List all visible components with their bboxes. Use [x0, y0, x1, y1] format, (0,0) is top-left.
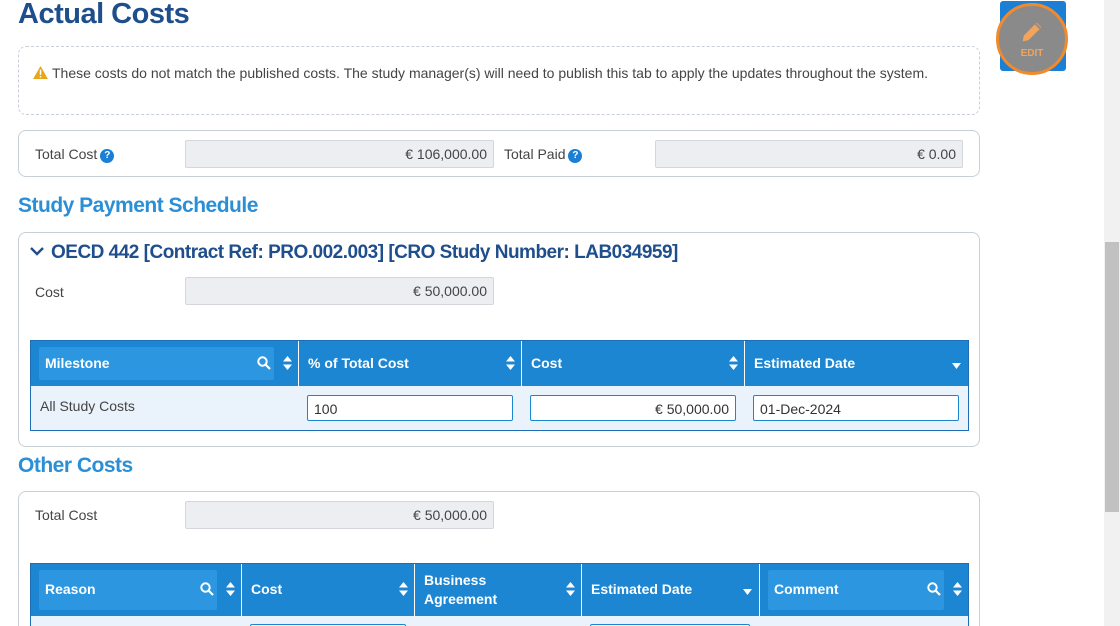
chevron-down-icon: [30, 247, 44, 256]
column-estimated-date[interactable]: Estimated Date: [582, 564, 760, 616]
column-label: Comment: [774, 581, 839, 597]
percent-input[interactable]: 100: [307, 395, 513, 421]
column-label: % of Total Cost: [308, 355, 409, 371]
total-cost-label: Total Cost?: [35, 146, 115, 163]
table-row: [31, 616, 968, 626]
sort-icon[interactable]: [283, 356, 292, 370]
column-label: Cost: [251, 581, 283, 597]
scrollbar-thumb[interactable]: [1105, 242, 1119, 512]
warning-icon: [33, 66, 48, 79]
column-percent[interactable]: % of Total Cost: [299, 341, 522, 386]
other-costs-title: Other Costs: [18, 454, 133, 477]
other-total-cost-label: Total Cost: [35, 507, 98, 523]
sort-icon[interactable]: [399, 582, 408, 596]
study-cost-label: Cost: [35, 284, 64, 300]
search-icon[interactable]: [927, 582, 941, 596]
study-title: OECD 442 [Contract Ref: PRO.002.003] [CR…: [51, 242, 678, 263]
sort-icon[interactable]: [506, 356, 515, 370]
sort-down-icon[interactable]: [743, 589, 752, 595]
column-estimated-date[interactable]: Estimated Date: [745, 341, 968, 386]
column-label: Estimated Date: [754, 355, 856, 371]
help-icon[interactable]: ?: [100, 149, 115, 163]
sort-down-icon[interactable]: [952, 363, 961, 369]
edit-button-label: EDIT: [1020, 47, 1044, 59]
warning-text: These costs do not match the published c…: [52, 65, 929, 81]
milestone-grid-header: Milestone % of Total Cost Cost Estimated…: [31, 341, 968, 386]
column-cost[interactable]: Cost: [242, 564, 415, 616]
payment-schedule-title: Study Payment Schedule: [18, 194, 258, 217]
milestone-grid: Milestone % of Total Cost Cost Estimated…: [30, 340, 969, 431]
sort-icon[interactable]: [729, 356, 738, 370]
column-label: Milestone: [45, 355, 110, 371]
column-reason[interactable]: Reason: [31, 564, 242, 616]
other-costs-grid: Reason Cost Business Agreement Estimated…: [30, 563, 969, 626]
study-accordion-header[interactable]: OECD 442 [Contract Ref: PRO.002.003] [CR…: [29, 242, 678, 264]
column-label: Business Agreement: [424, 572, 498, 607]
page-scrollbar[interactable]: [1104, 0, 1120, 626]
sort-icon[interactable]: [226, 582, 235, 596]
edit-button-highlight[interactable]: EDIT: [996, 3, 1068, 75]
total-paid-field: € 0.00: [655, 140, 963, 168]
other-costs-card: Total Cost € 50,000.00 Reason Cost Busin…: [18, 491, 980, 626]
milestone-cell: All Study Costs: [40, 398, 135, 414]
study-accordion: OECD 442 [Contract Ref: PRO.002.003] [CR…: [18, 232, 980, 447]
help-icon[interactable]: ?: [568, 149, 583, 163]
other-total-cost-field: € 50,000.00: [185, 501, 494, 529]
search-icon[interactable]: [257, 356, 271, 370]
column-label: Estimated Date: [591, 581, 693, 597]
sort-icon[interactable]: [566, 582, 575, 596]
total-paid-label: Total Paid?: [504, 146, 583, 163]
search-icon[interactable]: [200, 582, 214, 596]
estimated-date-input[interactable]: 01-Dec-2024: [753, 395, 959, 421]
page-title: Actual Costs: [18, 0, 190, 30]
column-business-agreement[interactable]: Business Agreement: [415, 564, 582, 616]
warning-message: These costs do not match the published c…: [18, 46, 980, 115]
column-cost[interactable]: Cost: [522, 341, 745, 386]
column-comment[interactable]: Comment: [760, 564, 968, 616]
cost-input[interactable]: € 50,000.00: [530, 395, 736, 421]
table-row: All Study Costs 100 € 50,000.00 01-Dec-2…: [31, 386, 968, 430]
column-label: Cost: [531, 355, 563, 371]
column-milestone[interactable]: Milestone: [31, 341, 299, 386]
total-cost-field: € 106,000.00: [185, 140, 494, 168]
column-label: Reason: [45, 581, 96, 597]
edit-button[interactable]: EDIT: [996, 1, 1068, 75]
totals-card: Total Cost? € 106,000.00 Total Paid? € 0…: [18, 130, 980, 177]
sort-icon[interactable]: [953, 582, 962, 596]
study-cost-field: € 50,000.00: [185, 277, 494, 305]
pencil-icon: [1022, 22, 1042, 41]
other-costs-grid-header: Reason Cost Business Agreement Estimated…: [31, 564, 968, 616]
